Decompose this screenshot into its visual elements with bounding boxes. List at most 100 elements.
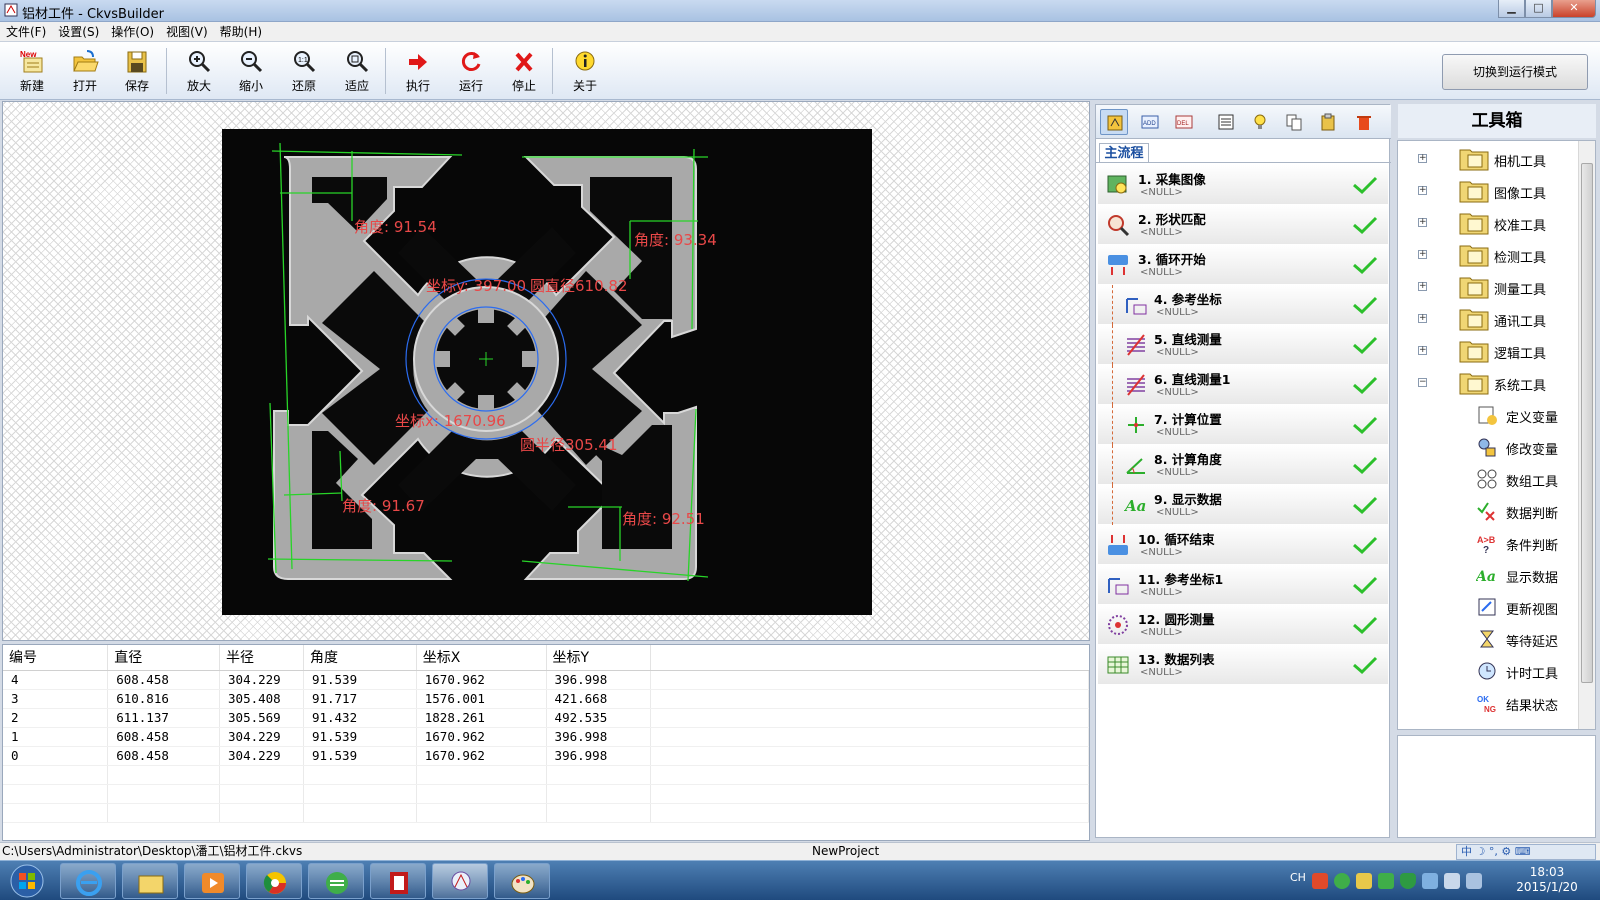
tab-main-flow[interactable]: 主流程 [1099,143,1149,163]
expand-icon[interactable]: + [1418,154,1427,163]
copy-button[interactable] [1280,109,1308,135]
tray-network-flag-icon[interactable] [1422,873,1438,889]
tray-security-icon[interactable] [1356,873,1372,889]
ime-toolbar[interactable]: 中 ☽ °, ⚙ ⌨ [1456,844,1596,860]
col-header-coord-x[interactable]: 坐标X [416,645,547,671]
flow-step[interactable]: 8. 计算角度 <NULL> [1098,445,1388,485]
paste-button[interactable] [1314,109,1342,135]
table-row[interactable]: 1 608.458 304.229 91.539 1670.962 396.998 [3,727,1089,747]
start-button-icon[interactable] [4,862,50,900]
table-row[interactable]: 4 608.458 304.229 91.539 1670.962 396.998 [3,670,1089,690]
fit-button[interactable]: 适应 [334,46,380,98]
about-button[interactable]: 关于 [562,46,608,98]
close-button[interactable]: ✕ [1552,0,1596,18]
tree-item-update-view[interactable]: 更新视图 [1398,592,1578,622]
tree-item-data-judge[interactable]: 数据判断 [1398,496,1578,526]
tree-item-array-tool[interactable]: 数组工具 [1398,464,1578,494]
system-clock[interactable]: 18:03 2015/1/20 [1512,865,1582,895]
tree-item-wait-delay[interactable]: 等待延迟 [1398,624,1578,654]
table-row[interactable]: 3 610.816 305.408 91.717 1576.001 421.668 [3,689,1089,709]
menu-operation[interactable]: 操作(O) [105,22,160,41]
menu-settings[interactable]: 设置(S) [52,22,105,41]
tree-category-camera[interactable]: + 相机工具 [1418,144,1588,174]
network-icon[interactable] [1466,873,1482,889]
open-button[interactable]: 打开 [62,46,108,98]
expand-icon[interactable]: + [1418,346,1427,355]
expand-icon[interactable]: + [1418,250,1427,259]
tray-shield-icon[interactable] [1400,873,1416,889]
flow-step[interactable]: 1. 采集图像 <NULL> [1098,165,1388,205]
delete-step-button[interactable]: DEL [1170,109,1198,135]
col-header-coord-y[interactable]: 坐标Y [546,645,652,671]
menu-view[interactable]: 视图(V) [160,22,214,41]
zoom-in-button[interactable]: 放大 [176,46,222,98]
new-button[interactable]: New 新建 [9,46,55,98]
col-header-radius[interactable]: 半径 [219,645,304,671]
tree-category-measure[interactable]: + 测量工具 [1418,272,1588,302]
properties-button[interactable] [1212,109,1240,135]
taskbar-green-app[interactable] [308,863,364,899]
expand-icon[interactable]: + [1418,314,1427,323]
input-language[interactable]: CH [1290,871,1306,884]
toolbox-scrollbar[interactable] [1578,141,1595,729]
volume-icon[interactable] [1444,873,1460,889]
menu-file[interactable]: 文件(F) [0,22,52,41]
flow-step[interactable]: Aa 9. 显示数据 <NULL> [1098,485,1388,525]
table-row[interactable]: 0 608.458 304.229 91.539 1670.962 396.998 [3,746,1089,766]
taskbar-paint[interactable] [494,863,550,899]
flow-tool-button[interactable] [1100,109,1128,135]
restore-button[interactable]: 1:1 还原 [281,46,327,98]
expand-icon[interactable]: + [1418,186,1427,195]
flow-step[interactable]: 7. 计算位置 <NULL> [1098,405,1388,445]
add-step-button[interactable]: ADD [1136,109,1164,135]
flow-step[interactable]: 12. 圆形测量 <NULL> [1098,605,1388,645]
col-header-id[interactable]: 编号 [3,645,109,671]
flow-step[interactable]: 4. 参考坐标 <NULL> [1098,285,1388,325]
menu-help[interactable]: 帮助(H) [214,22,268,41]
flow-step[interactable]: 13. 数据列表 <NULL> [1098,645,1388,685]
flow-step[interactable]: 11. 参考坐标1 <NULL> [1098,565,1388,605]
flow-step[interactable]: 2. 形状匹配 <NULL> [1098,205,1388,245]
col-header-diameter[interactable]: 直径 [107,645,221,671]
tree-item-condition-judge[interactable]: A>B? 条件判断 [1398,528,1578,558]
tree-category-calibration[interactable]: + 校准工具 [1418,208,1588,238]
expand-icon[interactable]: + [1418,282,1427,291]
hint-button[interactable] [1246,109,1274,135]
taskbar-explorer[interactable] [122,863,178,899]
flow-step[interactable]: 10. 循环结束 <NULL> [1098,525,1388,565]
flow-step[interactable]: 3. 循环开始 <NULL> [1098,245,1388,285]
taskbar-browser[interactable] [246,863,302,899]
tray-app-icon[interactable] [1312,873,1328,889]
tree-item-display-data[interactable]: Aa 显示数据 [1398,560,1578,590]
scroll-thumb[interactable] [1581,163,1593,683]
switch-run-mode-button[interactable]: 切换到运行模式 [1442,54,1588,90]
save-button[interactable]: 保存 [114,46,160,98]
flow-step[interactable]: 5. 直线测量 <NULL> [1098,325,1388,365]
tree-category-inspection[interactable]: + 检测工具 [1418,240,1588,270]
tree-item-define-variable[interactable]: 定义变量 [1398,400,1578,430]
tree-category-logic[interactable]: + 逻辑工具 [1418,336,1588,366]
run-button[interactable]: 运行 [448,46,494,98]
zoom-out-button[interactable]: 缩小 [228,46,274,98]
tree-item-modify-variable[interactable]: 修改变量 [1398,432,1578,462]
taskbar-ie[interactable] [60,863,116,899]
taskbar-red-app[interactable] [370,863,426,899]
table-row[interactable]: 2 611.137 305.569 91.432 1828.261 492.535 [3,708,1089,728]
minimize-button[interactable]: ▁ [1498,0,1525,18]
tree-item-timer-tool[interactable]: 计时工具 [1398,656,1578,686]
maximize-button[interactable]: □ [1525,0,1552,18]
collapse-icon[interactable]: − [1418,378,1427,387]
tray-sync-icon[interactable] [1334,873,1350,889]
taskbar-ckvs-builder[interactable] [432,863,488,899]
col-header-angle[interactable]: 角度 [303,645,417,671]
tray-chat-icon[interactable] [1378,873,1394,889]
image-view[interactable]: 角度: 91.54 角度: 93.34 坐标y: 397.00 圆直径610.8… [2,101,1090,641]
tree-category-communication[interactable]: + 通讯工具 [1418,304,1588,334]
execute-button[interactable]: 执行 [395,46,441,98]
taskbar-media[interactable] [184,863,240,899]
tree-item-result-status[interactable]: OK NG 结果状态 [1398,688,1578,718]
tree-category-image[interactable]: + 图像工具 [1418,176,1588,206]
stop-button[interactable]: 停止 [501,46,547,98]
tree-category-system[interactable]: − 系统工具 [1418,368,1588,398]
trash-button[interactable] [1350,109,1378,135]
